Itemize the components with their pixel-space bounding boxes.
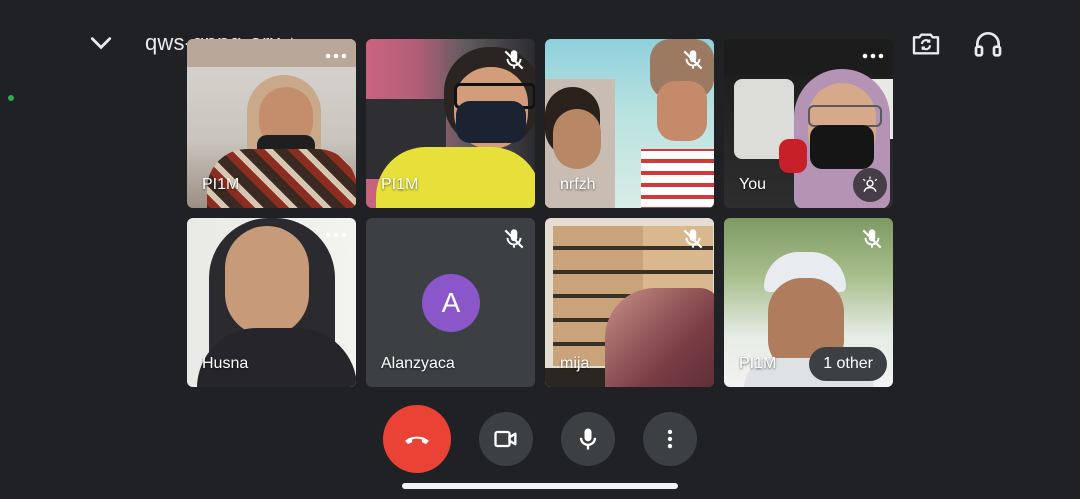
avatar-letter: A — [441, 287, 461, 318]
participant-name: PI1M — [739, 355, 777, 372]
participant-name: You — [739, 176, 766, 193]
home-indicator-bar[interactable] — [402, 483, 678, 489]
video-camera-icon — [494, 430, 517, 448]
participant-tile[interactable]: nrfzh — [545, 39, 714, 208]
chevron-down-icon — [90, 37, 112, 50]
participant-name: PI1M — [202, 176, 240, 193]
switch-camera-button[interactable] — [910, 28, 942, 60]
hang-up-icon — [405, 436, 429, 445]
participant-name: Alanzyaca — [381, 355, 455, 372]
audio-output-button[interactable] — [972, 28, 1004, 60]
avatar: A — [422, 274, 480, 332]
headphones-icon — [974, 32, 1002, 57]
end-call-button[interactable] — [383, 405, 451, 473]
participant-tile[interactable]: A Alanzyaca — [366, 218, 535, 387]
collapse-button[interactable] — [86, 28, 116, 58]
participant-name: Husna — [202, 355, 249, 372]
muted-mic-icon — [683, 229, 703, 249]
meet-call-screen: qws-qppg-erx PI1M — [0, 0, 1080, 499]
muted-mic-icon — [504, 50, 524, 70]
other-participants-badge[interactable]: 1 other — [809, 347, 887, 381]
effects-button[interactable] — [853, 168, 887, 202]
participant-tile[interactable]: PI1M — [187, 39, 356, 208]
muted-mic-icon — [683, 50, 703, 70]
microphone-icon — [579, 428, 597, 450]
participant-name: PI1M — [381, 176, 419, 193]
camera-toggle-button[interactable] — [479, 412, 533, 466]
more-vertical-icon — [667, 429, 673, 449]
more-options-icon[interactable] — [861, 49, 885, 63]
self-view-tile[interactable]: You — [724, 39, 893, 208]
participant-tile[interactable]: Husna — [187, 218, 356, 387]
more-options-icon[interactable] — [324, 49, 348, 63]
more-options-button[interactable] — [643, 412, 697, 466]
participant-tile[interactable]: PI1M 1 other — [724, 218, 893, 387]
participant-tile[interactable]: mija — [545, 218, 714, 387]
status-indicator-dot — [8, 95, 14, 101]
participant-name: nrfzh — [560, 176, 596, 193]
microphone-toggle-button[interactable] — [561, 412, 615, 466]
participant-tile[interactable]: PI1M — [366, 39, 535, 208]
muted-mic-icon — [862, 229, 882, 249]
participant-name: mija — [560, 355, 590, 372]
visual-effects-icon — [862, 176, 878, 192]
muted-mic-icon — [504, 229, 524, 249]
switch-camera-icon — [912, 33, 940, 55]
more-options-icon[interactable] — [324, 228, 348, 242]
